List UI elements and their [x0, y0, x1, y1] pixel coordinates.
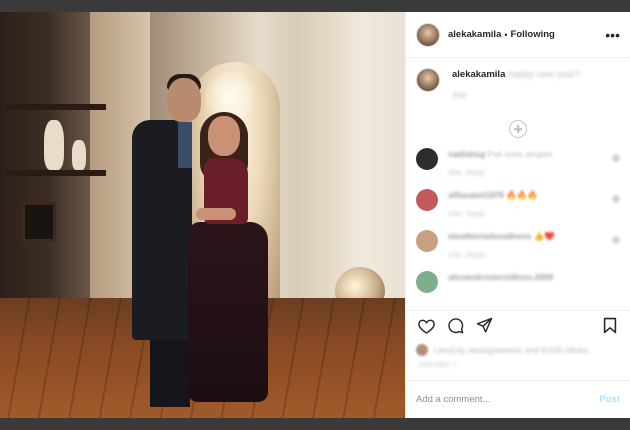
caption-text: happy new year!!	[508, 69, 581, 80]
photo-man-tie	[178, 122, 192, 168]
comment-input[interactable]	[416, 394, 600, 405]
avatar[interactable]	[416, 22, 440, 47]
post-sidebar: alekakamila • Following ••• alekakamila …	[405, 12, 630, 418]
photo-woman-head	[208, 116, 240, 156]
avatar[interactable]	[416, 189, 438, 211]
comment-username[interactable]: alfianaioi1979	[448, 190, 504, 200]
avatar[interactable]	[416, 148, 438, 170]
share-button[interactable]	[474, 316, 494, 336]
photo-shelf	[6, 170, 106, 176]
photo-shelf	[6, 104, 106, 110]
comment-item: alexandrosterzidisss.2000	[416, 271, 620, 293]
heart-icon	[417, 319, 435, 334]
comment-emoji: 👍❤️	[533, 231, 555, 241]
avatar[interactable]	[416, 271, 438, 293]
add-comment-bar: Post	[406, 380, 630, 418]
bookmark-icon	[603, 317, 617, 334]
like-button[interactable]	[416, 316, 436, 336]
photo-arm	[196, 208, 236, 220]
comment-item: eleutheriadouathena 👍❤️ 33w Reply	[416, 230, 620, 261]
avatar[interactable]	[416, 230, 438, 252]
more-options-icon[interactable]: •••	[605, 28, 620, 42]
comment-username[interactable]: alexandrosterzidisss.2000	[448, 272, 553, 282]
following-button[interactable]: Following	[511, 29, 555, 40]
caption-username[interactable]: alekakamila	[452, 69, 505, 80]
comment-time: 33w	[448, 250, 462, 259]
like-comment-icon[interactable]	[612, 195, 620, 203]
caption-time: 33w	[452, 91, 467, 100]
header-username[interactable]: alekakamila	[448, 29, 501, 40]
save-button[interactable]	[600, 316, 620, 336]
photo-man-head	[167, 78, 201, 122]
comment-time: 33w	[448, 209, 462, 218]
avatar[interactable]	[416, 68, 440, 92]
like-comment-icon[interactable]	[612, 236, 620, 244]
comments-list[interactable]: alekakamila happy new year!! 33w nadiahs…	[406, 58, 630, 310]
reply-button[interactable]: Reply	[466, 168, 485, 177]
comment-item: alfianaioi1979 🔥🔥🔥 33w Reply	[416, 189, 620, 220]
reply-button[interactable]: Reply	[466, 250, 485, 259]
avatar	[416, 344, 428, 356]
like-comment-icon[interactable]	[612, 154, 620, 162]
post-header: alekakamila • Following •••	[406, 12, 630, 58]
photo-woman-dress	[188, 222, 268, 402]
comment-icon	[447, 318, 463, 334]
separator-dot: •	[504, 29, 508, 40]
load-more-comments-icon[interactable]	[509, 120, 527, 138]
post-date: JANUARY 1	[418, 362, 457, 369]
comment-button[interactable]	[445, 316, 465, 336]
action-bar	[406, 310, 630, 340]
comment-text: Poli ones skrgani	[487, 149, 553, 159]
comment-emoji: 🔥🔥🔥	[506, 190, 538, 200]
comment-username[interactable]: nadiahsg	[448, 149, 485, 159]
comment-time: 33w	[448, 168, 462, 177]
photo-vase	[44, 120, 64, 170]
send-icon	[476, 317, 492, 333]
likes-text[interactable]: Liked by alexagreleevic and 8,630 others	[434, 345, 589, 355]
likes-summary[interactable]: Liked by alexagreleevic and 8,630 others	[416, 344, 620, 356]
post-modal: alekakamila • Following ••• alekakamila …	[0, 12, 630, 418]
caption: alekakamila happy new year!! 33w	[416, 68, 620, 102]
photo-frame	[22, 202, 56, 242]
comment-item: nadiahsg Poli ones skrgani 33w Reply	[416, 148, 620, 179]
comment-username[interactable]: eleutheriadouathena	[448, 231, 531, 241]
reply-button[interactable]: Reply	[466, 209, 485, 218]
post-photo[interactable]	[0, 12, 405, 418]
photo-vase	[72, 140, 86, 170]
post-button[interactable]: Post	[599, 394, 620, 405]
